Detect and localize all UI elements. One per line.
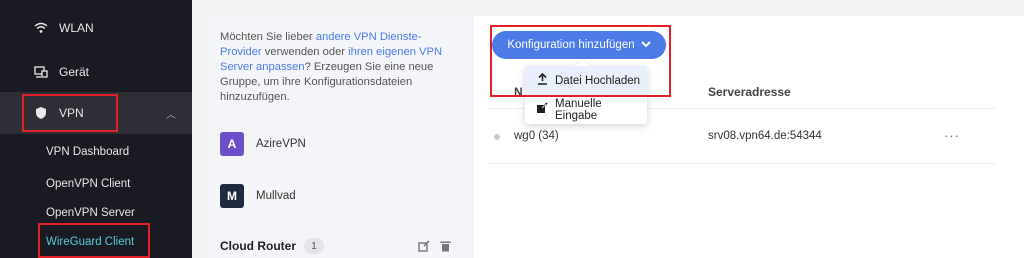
provider-name: AzireVPN [256, 138, 306, 150]
sidebar-item-openvpn-client[interactable]: OpenVPN Client [46, 178, 130, 190]
column-header-name: N [514, 85, 523, 99]
group-name: Cloud Router [220, 239, 296, 253]
add-configuration-label: Konfiguration hinzufügen [507, 39, 635, 51]
sidebar-item-label: VPN [59, 106, 84, 120]
divider [488, 163, 996, 164]
add-configuration-button[interactable]: Konfiguration hinzufügen [492, 31, 666, 59]
config-server-address: srv08.vpn64.de:54344 [708, 130, 822, 142]
sidebar-item-openvpn-server[interactable]: OpenVPN Server [46, 207, 135, 219]
config-name[interactable]: wg0 (34) [514, 130, 559, 142]
provider-avatar: M [220, 184, 244, 208]
edit-icon [535, 102, 549, 117]
group-count-badge: 1 [304, 238, 324, 254]
column-header-server: Serveradresse [708, 85, 791, 99]
more-options-icon[interactable]: ··· [944, 128, 960, 143]
menu-item-upload-file[interactable]: Datei Hochladen [525, 66, 647, 95]
sidebar-item-label: WLAN [59, 21, 94, 35]
edit-icon[interactable] [418, 240, 430, 255]
add-config-dropdown: Datei Hochladen Manuelle Eingabe [525, 66, 647, 124]
group-actions [418, 240, 451, 255]
status-dot [494, 134, 500, 140]
group-item-cloud-router[interactable]: Cloud Router 1 [220, 238, 324, 254]
sidebar-item-wireguard-client[interactable]: WireGuard Client [46, 236, 134, 248]
sidebar: WLAN Gerät VPN ︿ VPN Dashboard OpenVPN C… [0, 0, 192, 258]
provider-item-mullvad[interactable]: M Mullvad [220, 184, 296, 208]
sidebar-item-wlan[interactable]: WLAN [0, 18, 192, 38]
trash-icon[interactable] [440, 240, 451, 255]
devices-icon [31, 64, 51, 80]
chevron-up-icon[interactable]: ︿ [166, 106, 176, 121]
provider-pane: Möchten Sie lieber andere VPN Dienste-Pr… [206, 16, 474, 258]
provider-avatar: A [220, 132, 244, 156]
upload-icon [535, 72, 549, 88]
menu-item-label: Datei Hochladen [555, 74, 641, 87]
info-text-part: verwenden oder [261, 46, 349, 58]
sidebar-item-label: Gerät [59, 65, 90, 79]
menu-item-manual-entry[interactable]: Manuelle Eingabe [525, 95, 647, 124]
info-text-part: Möchten Sie lieber [220, 31, 316, 43]
info-text: Möchten Sie lieber andere VPN Dienste-Pr… [220, 30, 460, 105]
shield-icon [31, 105, 51, 121]
menu-item-label: Manuelle Eingabe [554, 97, 602, 122]
sidebar-item-vpn[interactable]: VPN ︿ [0, 92, 192, 134]
config-pane: Konfiguration hinzufügen N Serveradresse… [474, 16, 1024, 258]
main-panel: Möchten Sie lieber andere VPN Dienste-Pr… [206, 16, 1024, 258]
provider-item-azirevpn[interactable]: A AzireVPN [220, 132, 306, 156]
sidebar-item-device[interactable]: Gerät [0, 62, 192, 82]
chevron-down-icon [640, 40, 651, 51]
wifi-icon [31, 20, 51, 36]
sidebar-item-vpn-dashboard[interactable]: VPN Dashboard [46, 146, 129, 158]
provider-name: Mullvad [256, 190, 296, 202]
